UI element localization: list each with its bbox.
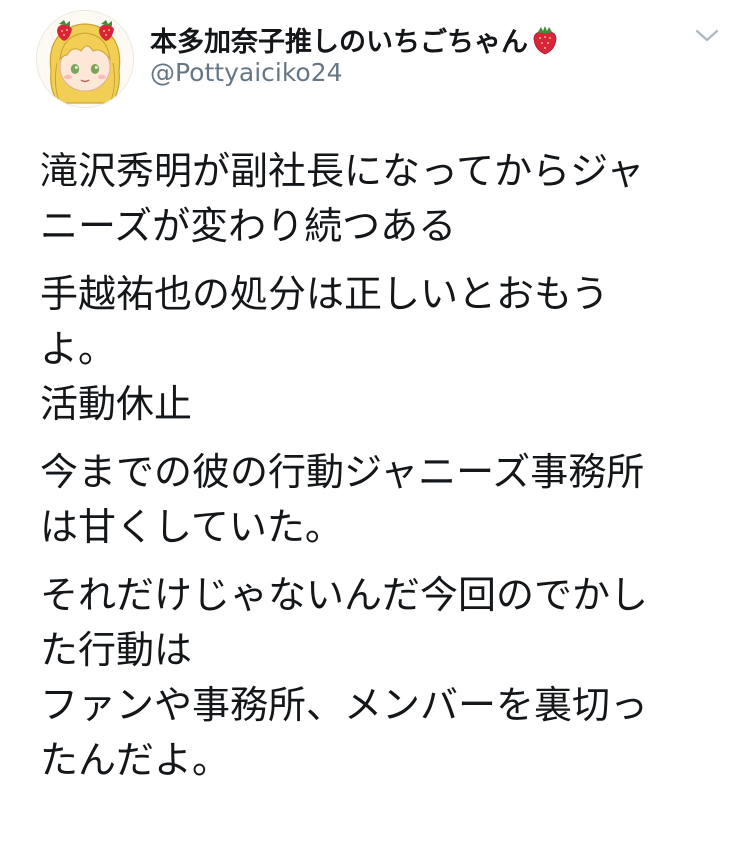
tweet-paragraph: それだけじゃないんだ今回のでかし た行動は ファンや事務所、メンバーを裏切っ た… [40,568,730,788]
tweet-line: た行動は [40,628,193,672]
avatar-illustration [37,11,133,107]
tweet-text: 滝沢秀明が副社長になってからジャ ニーズが変わり続つある 手越祐也の処分は正しい… [40,144,730,801]
strawberry-emoji-icon [530,24,560,56]
tweet-line: ニーズが変わり続つある [40,204,457,248]
tweet-line: は甘くしていた。 [40,505,343,549]
display-name-text: 本多加奈子推しのいちごちゃん [150,27,528,58]
tweet-card: 本多加奈子推しのいちごちゃん @Pottyaiciko24 滝沢秀明が副社長にな… [0,0,750,862]
tweet-line: ファンや事務所、メンバーを裏切っ [40,683,649,727]
tweet-line: 滝沢秀明が副社長になってからジャ [40,149,645,193]
chevron-down-icon[interactable] [692,26,722,46]
tweet-line: それだけじゃないんだ今回のでかし [40,573,649,617]
tweet-paragraph: 滝沢秀明が副社長になってからジャ ニーズが変わり続つある [40,144,730,254]
tweet-line: 活動休止 [40,382,193,426]
tweet-line: 手越祐也の処分は正しいとおもう [40,272,609,316]
tweet-line: よ。 [40,327,117,371]
user-handle[interactable]: @Pottyaiciko24 [150,58,343,87]
tweet-line: たんだよ。 [40,738,231,782]
tweet-header: 本多加奈子推しのいちごちゃん @Pottyaiciko24 [0,0,750,120]
avatar[interactable] [36,10,134,108]
tweet-paragraph: 手越祐也の処分は正しいとおもう よ。 活動休止 [40,267,730,432]
display-name[interactable]: 本多加奈子推しのいちごちゃん [150,20,560,59]
tweet-paragraph: 今までの彼の行動ジャニーズ事務所 は甘くしていた。 [40,445,730,555]
tweet-line: 今までの彼の行動ジャニーズ事務所 [40,450,645,494]
